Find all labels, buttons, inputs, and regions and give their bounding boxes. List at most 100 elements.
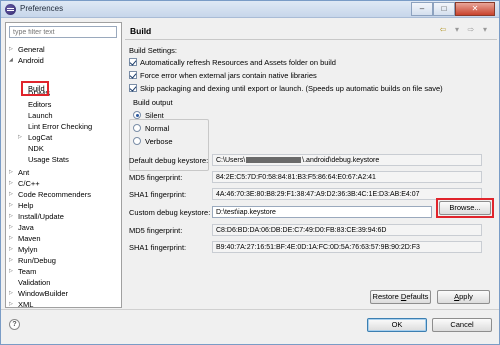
expand-arrow-icon[interactable]: ▷ bbox=[9, 288, 13, 299]
custom-keystore-label: Custom debug keystore: bbox=[129, 208, 211, 217]
preferences-window: Preferences – □ ✕ ▷General ◢Android DDMS… bbox=[0, 0, 500, 345]
ok-button[interactable]: OK bbox=[367, 318, 427, 332]
tree-item-launch[interactable]: Launch bbox=[28, 110, 53, 121]
maximize-button[interactable]: □ bbox=[433, 2, 455, 16]
view-menu-icon[interactable]: ▾ bbox=[479, 25, 491, 34]
tree-item-help[interactable]: ▷ Help bbox=[9, 200, 33, 211]
skip-packaging-checkbox[interactable]: Skip packaging and dexing until export o… bbox=[129, 83, 443, 94]
tree-item-label: C/C++ bbox=[18, 179, 40, 188]
tree-item-label: WindowBuilder bbox=[18, 289, 69, 298]
tree-item-editors[interactable]: Editors bbox=[28, 99, 51, 110]
tree-item-label: Mylyn bbox=[18, 245, 38, 254]
minimize-button[interactable]: – bbox=[411, 2, 433, 16]
expand-arrow-icon[interactable]: ▷ bbox=[9, 266, 13, 277]
expand-arrow-icon[interactable]: ▷ bbox=[9, 167, 13, 178]
tree-item-lint[interactable]: Lint Error Checking bbox=[28, 121, 92, 132]
tree-item-general[interactable]: ▷ General bbox=[9, 44, 45, 55]
tree-item-validation[interactable]: Validation bbox=[18, 277, 50, 288]
md5-label: MD5 fingerprint: bbox=[129, 173, 183, 182]
eclipse-icon bbox=[5, 4, 16, 15]
tree-item-label: Ant bbox=[18, 168, 30, 177]
page-navigation: ⇦ ▾ ⇨ ▾ bbox=[437, 25, 491, 34]
radio-silent[interactable]: Silent bbox=[133, 110, 164, 121]
collapse-arrow-icon[interactable]: ◢ bbox=[9, 55, 13, 66]
radio-selected-icon[interactable] bbox=[133, 111, 141, 119]
tree-item-team[interactable]: ▷ Team bbox=[9, 266, 36, 277]
radio-label: Normal bbox=[145, 124, 170, 133]
keystore-path-suffix: \.android\debug.keystore bbox=[302, 157, 380, 164]
checkbox-checked-icon[interactable] bbox=[129, 71, 137, 79]
back-dropdown-icon[interactable]: ▾ bbox=[451, 25, 463, 34]
window-controls: – □ ✕ bbox=[411, 2, 495, 16]
tree-item-windowbuilder[interactable]: ▷ WindowBuilder bbox=[9, 288, 68, 299]
tree-item-build[interactable]: Build bbox=[28, 83, 45, 94]
checkbox-label: Automatically refresh Resources and Asse… bbox=[140, 58, 336, 67]
tree-item-code-recommenders[interactable]: ▷ Code Recommenders bbox=[9, 189, 91, 200]
expand-arrow-icon[interactable]: ▷ bbox=[9, 189, 13, 200]
radio-normal[interactable]: Normal bbox=[133, 123, 169, 134]
force-error-checkbox[interactable]: Force error when external jars contain n… bbox=[129, 70, 317, 81]
build-output-label: Build output bbox=[132, 98, 174, 107]
tree-item-label: XML bbox=[18, 300, 34, 309]
expand-arrow-icon[interactable]: ▷ bbox=[9, 233, 13, 244]
checkbox-checked-icon[interactable] bbox=[129, 58, 137, 66]
browse-button[interactable]: Browse... bbox=[439, 201, 491, 215]
expand-arrow-icon[interactable]: ▷ bbox=[9, 44, 13, 55]
tree-item-maven[interactable]: ▷ Maven bbox=[9, 233, 41, 244]
back-arrow-icon[interactable]: ⇦ bbox=[437, 25, 449, 34]
tree-item-logcat[interactable]: ▷ LogCat bbox=[18, 132, 52, 143]
apply-button[interactable]: Apply bbox=[437, 290, 490, 304]
default-keystore-field[interactable]: C:\Users\ \.android\debug.keystore bbox=[212, 154, 482, 166]
expand-arrow-icon[interactable]: ▷ bbox=[9, 244, 13, 255]
expand-arrow-icon[interactable]: ▷ bbox=[9, 178, 13, 189]
custom-keystore-input[interactable]: D:\test\iap.keystore bbox=[212, 206, 432, 218]
radio-unselected-icon[interactable] bbox=[133, 137, 141, 145]
expand-arrow-icon[interactable]: ▷ bbox=[9, 255, 13, 266]
tree-item-cpp[interactable]: ▷ C/C++ bbox=[9, 178, 40, 189]
tree-item-label: Help bbox=[18, 201, 34, 210]
tree-item-label: Android bbox=[18, 56, 44, 65]
checkbox-label: Skip packaging and dexing until export o… bbox=[140, 84, 443, 93]
expand-arrow-icon[interactable]: ▷ bbox=[9, 211, 13, 222]
button-label: pply bbox=[459, 292, 473, 301]
custom-md5-fingerprint-field[interactable]: C8:D6:BD:DA:06:DB:DE:C7:49:D0:FB:83:CE:3… bbox=[212, 224, 482, 236]
build-settings-label: Build Settings: bbox=[129, 46, 177, 55]
build-preferences-page: Build ⇦ ▾ ⇨ ▾ Build Settings: Automatica… bbox=[125, 22, 497, 308]
tree-item-ant[interactable]: ▷ Ant bbox=[9, 167, 29, 178]
tree-item-label: Run/Debug bbox=[18, 256, 56, 265]
filter-input[interactable] bbox=[10, 27, 116, 38]
restore-defaults-button[interactable]: Restore Defaults bbox=[370, 290, 431, 304]
default-keystore-label: Default debug keystore: bbox=[129, 156, 209, 165]
cancel-button[interactable]: Cancel bbox=[432, 318, 492, 332]
tree-item-usage-stats[interactable]: Usage Stats bbox=[28, 154, 69, 165]
tree-item-java[interactable]: ▷ Java bbox=[9, 222, 34, 233]
tree-item-run-debug[interactable]: ▷ Run/Debug bbox=[9, 255, 56, 266]
auto-refresh-checkbox[interactable]: Automatically refresh Resources and Asse… bbox=[129, 57, 336, 68]
checkbox-label: Force error when external jars contain n… bbox=[140, 71, 317, 80]
expand-arrow-icon[interactable]: ▷ bbox=[9, 222, 13, 233]
expand-arrow-icon[interactable]: ▷ bbox=[18, 132, 22, 143]
button-label: efaults bbox=[406, 292, 429, 301]
tree-item-ndk[interactable]: NDK bbox=[28, 143, 44, 154]
close-button[interactable]: ✕ bbox=[455, 2, 495, 16]
forward-arrow-icon[interactable]: ⇨ bbox=[465, 25, 477, 34]
tree-item-label: Code Recommenders bbox=[18, 190, 91, 199]
md5-fingerprint-field[interactable]: 84:2E:C5:7D:F0:58:84:81:B3:F5:86:64:E0:6… bbox=[212, 171, 482, 183]
keystore-path-prefix: C:\Users\ bbox=[216, 157, 246, 164]
radio-label: Silent bbox=[145, 111, 164, 120]
tree-item-label: Maven bbox=[18, 234, 41, 243]
filter-box[interactable] bbox=[9, 26, 117, 38]
window-title: Preferences bbox=[20, 4, 64, 13]
tree-item-mylyn[interactable]: ▷ Mylyn bbox=[9, 244, 38, 255]
custom-sha1-fingerprint-field[interactable]: B9:40:7A:27:16:51:BF:4E:0D:1A:FC:0D:5A:7… bbox=[212, 241, 482, 253]
header-divider bbox=[125, 39, 497, 40]
expand-arrow-icon[interactable]: ▷ bbox=[9, 200, 13, 211]
tree-item-android[interactable]: ◢ Android bbox=[9, 55, 44, 66]
radio-verbose[interactable]: Verbose bbox=[133, 136, 173, 147]
checkbox-checked-icon[interactable] bbox=[129, 84, 137, 92]
help-icon[interactable]: ? bbox=[9, 319, 20, 330]
tree-item-install-update[interactable]: ▷ Install/Update bbox=[9, 211, 64, 222]
sha1-label: SHA1 fingerprint: bbox=[129, 190, 187, 199]
title-bar[interactable]: Preferences – □ ✕ bbox=[1, 1, 499, 18]
radio-unselected-icon[interactable] bbox=[133, 124, 141, 132]
